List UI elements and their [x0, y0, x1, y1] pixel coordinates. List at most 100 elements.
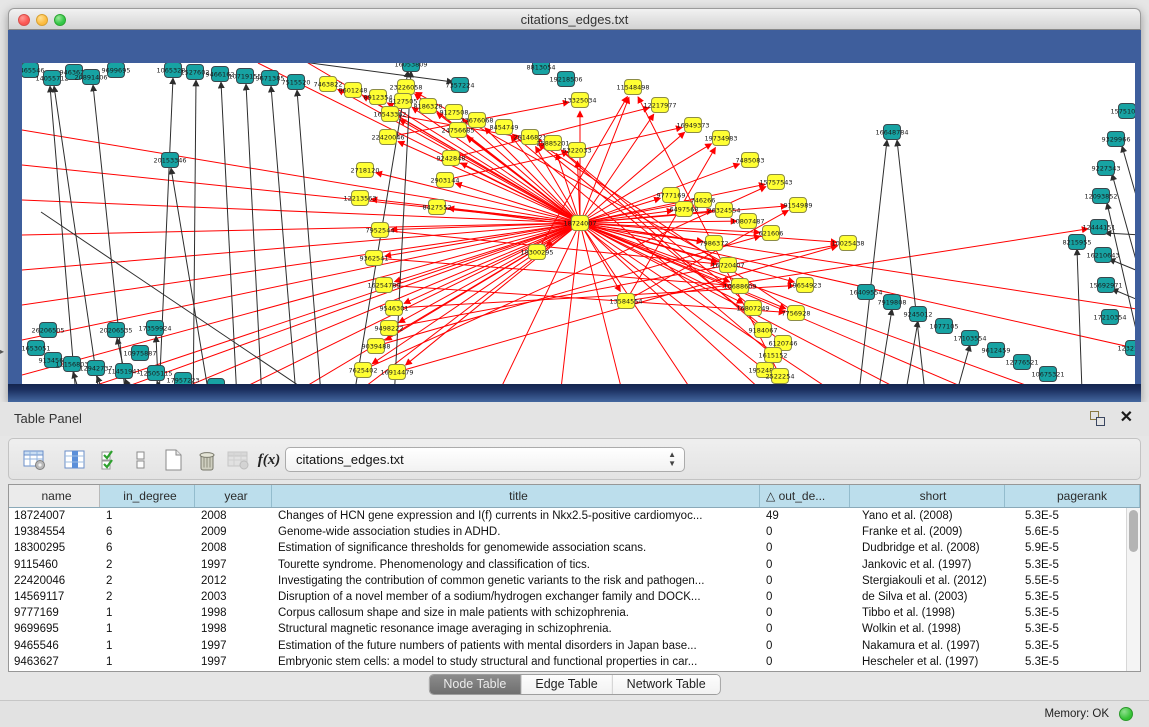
table-cell[interactable]: 0 [760, 540, 850, 556]
table-cell[interactable]: 49 [760, 508, 850, 524]
rows-button[interactable] [127, 446, 155, 474]
graph-node[interactable]: 8813054 [527, 63, 556, 75]
graph-node[interactable]: 10688609 [723, 279, 756, 294]
table-cell[interactable]: 2 [100, 573, 195, 589]
graph-node[interactable]: 9362541 [360, 251, 389, 266]
graph-node[interactable]: 9612459 [982, 343, 1011, 358]
graph-node[interactable]: 15692971 [1089, 278, 1122, 293]
create-column-button[interactable] [159, 446, 187, 474]
graph-node[interactable]: 15751074 [1110, 104, 1135, 119]
table-row[interactable]: 1456911722003Disruption of a novel membe… [9, 589, 1126, 605]
graph-node[interactable]: 9546301 [380, 301, 409, 316]
table-cell[interactable]: 18300295 [9, 540, 100, 556]
table-cell[interactable]: 5.3E-5 [1005, 654, 1126, 670]
graph-node[interactable]: 621606 [759, 226, 784, 241]
table-mode-button[interactable] [21, 446, 49, 474]
table-cell[interactable]: 0 [760, 638, 850, 654]
table-cell[interactable]: Genome-wide association studies in ADHD. [272, 524, 760, 540]
graph-node[interactable]: 7919808 [878, 295, 907, 310]
table-cell[interactable]: 5.3E-5 [1005, 589, 1126, 605]
column-header-2[interactable]: year [195, 485, 272, 507]
column-header-3[interactable]: title [272, 485, 760, 507]
table-cell[interactable]: 2003 [195, 589, 272, 605]
tab-edge-table[interactable]: Edge Table [521, 675, 612, 694]
table-cell[interactable]: 1 [100, 621, 195, 637]
table-cell[interactable]: 5.3E-5 [1005, 621, 1126, 637]
column-header-5[interactable]: short [850, 485, 1005, 507]
graph-node[interactable]: 16914479 [380, 365, 413, 380]
table-cell[interactable]: Estimation of the future numbers of pati… [272, 638, 760, 654]
table-cell[interactable]: 2009 [195, 524, 272, 540]
table-cell[interactable]: 5.3E-5 [1005, 605, 1126, 621]
table-cell[interactable]: 1 [100, 605, 195, 621]
table-cell[interactable]: 9115460 [9, 557, 100, 573]
table-cell[interactable]: 5.5E-5 [1005, 573, 1126, 589]
graph-node[interactable]: 17359924 [138, 321, 171, 336]
graph-node[interactable]: 20206535 [99, 323, 132, 338]
graph-node[interactable]: 16409554 [849, 285, 882, 300]
graph-node[interactable]: 1077105 [930, 319, 959, 334]
table-cell[interactable]: 19384554 [9, 524, 100, 540]
table-cell[interactable]: 1 [100, 654, 195, 670]
graph-node[interactable]: 26324554 [707, 203, 740, 218]
table-cell[interactable]: 1 [100, 638, 195, 654]
table-cell[interactable]: Nakamura et al. (1997) [850, 638, 1005, 654]
table-cell[interactable]: 18724007 [9, 508, 100, 524]
window-titlebar[interactable]: citations_edges.txt [8, 8, 1141, 30]
graph-node[interactable]: 12213563 [343, 191, 376, 206]
table-cell[interactable]: 0 [760, 573, 850, 589]
table-cell[interactable]: 0 [760, 589, 850, 605]
table-selector-dropdown[interactable]: citations_edges.txt ▲▼ [285, 447, 685, 472]
graph-node[interactable]: 19218506 [549, 72, 582, 87]
graph-node[interactable]: 8215955 [1063, 235, 1092, 250]
table-cell[interactable]: 1 [100, 508, 195, 524]
table-cell[interactable]: Tourette syndrome. Phenomenology and cla… [272, 557, 760, 573]
graph-node[interactable]: 12217977 [643, 98, 676, 113]
graph-node[interactable]: 7485083 [736, 153, 765, 168]
float-panel-icon[interactable] [1090, 411, 1105, 426]
tab-network-table[interactable]: Network Table [613, 675, 720, 694]
table-row[interactable]: 946362711997Embryonic stem cells: a mode… [9, 654, 1126, 670]
graph-node[interactable]: 9227343 [1092, 161, 1121, 176]
table-cell[interactable]: Franke et al. (2009) [850, 524, 1005, 540]
table-row[interactable]: 977716911998Corpus callosum shape and si… [9, 605, 1126, 621]
scrollbar-thumb[interactable] [1129, 510, 1138, 552]
table-cell[interactable]: Wolkin et al. (1998) [850, 621, 1005, 637]
table-cell[interactable]: Dudbridge et al. (2008) [850, 540, 1005, 556]
graph-node[interactable]: 12321456 [1117, 341, 1135, 356]
column-header-4[interactable]: △ out_de... [760, 485, 850, 507]
graph-node[interactable]: 16949373 [676, 118, 709, 133]
table-cell[interactable]: 5.3E-5 [1005, 557, 1126, 573]
show-columns-button[interactable] [61, 446, 89, 474]
table-cell[interactable]: 9465546 [9, 638, 100, 654]
column-header-6[interactable]: pagerank [1005, 485, 1140, 507]
graph-node[interactable]: 7756928 [782, 306, 811, 321]
graph-node[interactable]: 19654923 [788, 278, 821, 293]
table-cell[interactable]: Yano et al. (2008) [850, 508, 1005, 524]
table-cell[interactable]: 0 [760, 605, 850, 621]
graph-node[interactable]: 2718120 [351, 163, 380, 178]
table-cell[interactable]: 2 [100, 589, 195, 605]
graph-node[interactable]: 7625402 [349, 363, 378, 378]
table-cell[interactable]: 9463627 [9, 654, 100, 670]
graph-node[interactable]: 10675321 [1031, 367, 1064, 382]
network-canvas[interactable]: 1872400774638229601248891235423226058912… [22, 63, 1135, 415]
graph-node[interactable]: 7952544 [366, 223, 395, 238]
table-cell[interactable]: 1998 [195, 621, 272, 637]
table-cell[interactable]: 2 [100, 557, 195, 573]
table-cell[interactable]: 2008 [195, 508, 272, 524]
graph-node[interactable]: 19734983 [704, 131, 737, 146]
table-cell[interactable]: 5.9E-5 [1005, 540, 1126, 556]
graph-node[interactable]: 20153346 [153, 153, 186, 168]
graph-node[interactable]: 8427552 [423, 200, 452, 215]
table-row[interactable]: 946554611997Estimation of the future num… [9, 638, 1126, 654]
graph-node[interactable]: 9777169 [657, 188, 686, 203]
table-row[interactable]: 1938455462009Genome-wide association stu… [9, 524, 1126, 540]
table-cell[interactable]: Tibbo et al. (1998) [850, 605, 1005, 621]
tab-node-table[interactable]: Node Table [429, 675, 521, 694]
table-cell[interactable]: 14569117 [9, 589, 100, 605]
graph-node[interactable]: 9329966 [1102, 132, 1131, 147]
graph-node[interactable]: 9245012 [904, 307, 933, 322]
table-cell[interactable]: 5.3E-5 [1005, 638, 1126, 654]
citation-network-graph[interactable]: 1872400774638229601248891235423226058912… [22, 63, 1135, 415]
